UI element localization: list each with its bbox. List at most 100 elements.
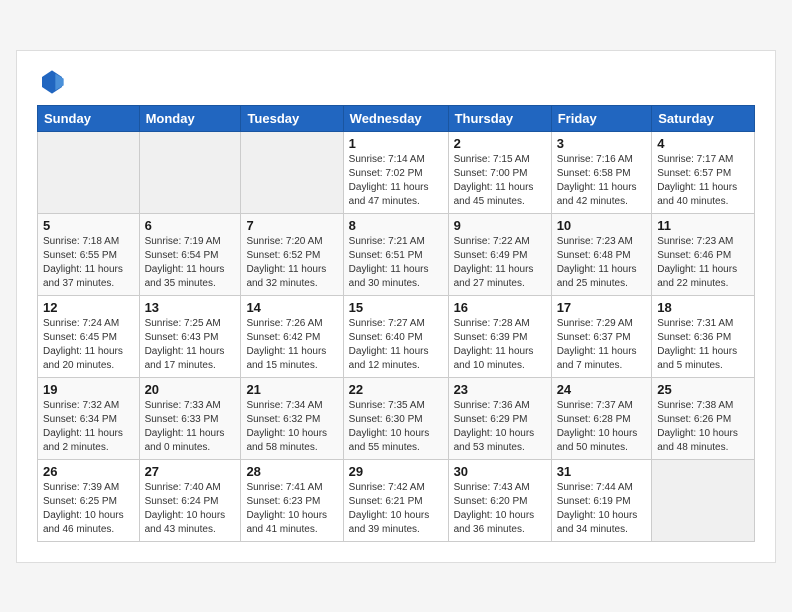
calendar-container: SundayMondayTuesdayWednesdayThursdayFrid… <box>16 50 776 563</box>
logo-icon <box>37 67 67 97</box>
day-cell <box>38 131 140 213</box>
day-info: Sunrise: 7:33 AM Sunset: 6:33 PM Dayligh… <box>145 399 236 455</box>
day-cell: 8Sunrise: 7:21 AM Sunset: 6:51 PM Daylig… <box>343 213 448 295</box>
day-info: Sunrise: 7:32 AM Sunset: 6:34 PM Dayligh… <box>43 399 134 455</box>
day-number: 25 <box>657 382 749 397</box>
day-info: Sunrise: 7:35 AM Sunset: 6:30 PM Dayligh… <box>349 399 443 455</box>
week-row-4: 26 Sunrise: 7:39 AM Sunset: 6:25 PM Dayli… <box>38 459 755 541</box>
day-number: 17 <box>557 300 647 315</box>
day-info: Sunrise: 7:34 AM Sunset: 6:32 PM Dayligh… <box>246 399 337 455</box>
logo <box>37 67 71 97</box>
weekday-header-row: SundayMondayTuesdayWednesdayThursdayFrid… <box>38 105 755 131</box>
day-info: Sunrise: 7:18 AM Sunset: 6:55 PM Dayligh… <box>43 235 134 291</box>
day-cell: 25 Sunrise: 7:38 AM Sunset: 6:26 PM Dayli… <box>652 377 755 459</box>
day-info: Sunrise: 7:19 AM Sunset: 6:54 PM Dayligh… <box>145 235 236 291</box>
day-info: Sunrise: 7:27 AM Sunset: 6:40 PM Dayligh… <box>349 317 443 373</box>
day-number: 13 <box>145 300 236 315</box>
day-info: Sunrise: 7:40 AM Sunset: 6:24 PM Dayligh… <box>145 481 236 537</box>
day-cell: 16 Sunrise: 7:28 AM Sunset: 6:39 PM Dayli… <box>448 295 551 377</box>
weekday-header-friday: Friday <box>551 105 652 131</box>
day-number: 5 <box>43 218 134 233</box>
day-cell: 19 Sunrise: 7:32 AM Sunset: 6:34 PM Dayli… <box>38 377 140 459</box>
day-info: Sunrise: 7:16 AM Sunset: 6:58 PM Dayligh… <box>557 153 647 209</box>
day-cell: 30 Sunrise: 7:43 AM Sunset: 6:20 PM Dayli… <box>448 459 551 541</box>
day-cell: 15 Sunrise: 7:27 AM Sunset: 6:40 PM Dayli… <box>343 295 448 377</box>
day-number: 24 <box>557 382 647 397</box>
day-number: 30 <box>454 464 546 479</box>
week-row-2: 12 Sunrise: 7:24 AM Sunset: 6:45 PM Dayli… <box>38 295 755 377</box>
day-info: Sunrise: 7:28 AM Sunset: 6:39 PM Dayligh… <box>454 317 546 373</box>
day-cell: 26 Sunrise: 7:39 AM Sunset: 6:25 PM Dayli… <box>38 459 140 541</box>
day-cell: 10 Sunrise: 7:23 AM Sunset: 6:48 PM Dayli… <box>551 213 652 295</box>
day-info: Sunrise: 7:23 AM Sunset: 6:48 PM Dayligh… <box>557 235 647 291</box>
day-cell: 13 Sunrise: 7:25 AM Sunset: 6:43 PM Dayli… <box>139 295 241 377</box>
day-info: Sunrise: 7:31 AM Sunset: 6:36 PM Dayligh… <box>657 317 749 373</box>
day-cell <box>241 131 343 213</box>
day-number: 15 <box>349 300 443 315</box>
day-info: Sunrise: 7:39 AM Sunset: 6:25 PM Dayligh… <box>43 481 134 537</box>
day-info: Sunrise: 7:29 AM Sunset: 6:37 PM Dayligh… <box>557 317 647 373</box>
calendar-table: SundayMondayTuesdayWednesdayThursdayFrid… <box>37 105 755 542</box>
day-number: 11 <box>657 218 749 233</box>
day-number: 29 <box>349 464 443 479</box>
day-cell: 7 Sunrise: 7:20 AM Sunset: 6:52 PM Daylig… <box>241 213 343 295</box>
day-info: Sunrise: 7:44 AM Sunset: 6:19 PM Dayligh… <box>557 481 647 537</box>
day-cell: 18 Sunrise: 7:31 AM Sunset: 6:36 PM Dayli… <box>652 295 755 377</box>
day-info: Sunrise: 7:21 AM Sunset: 6:51 PM Dayligh… <box>349 235 443 291</box>
day-cell: 23 Sunrise: 7:36 AM Sunset: 6:29 PM Dayli… <box>448 377 551 459</box>
weekday-header-wednesday: Wednesday <box>343 105 448 131</box>
day-cell: 12 Sunrise: 7:24 AM Sunset: 6:45 PM Dayli… <box>38 295 140 377</box>
day-cell: 27Sunrise: 7:40 AM Sunset: 6:24 PM Dayli… <box>139 459 241 541</box>
day-number: 22 <box>349 382 443 397</box>
day-number: 21 <box>246 382 337 397</box>
day-info: Sunrise: 7:23 AM Sunset: 6:46 PM Dayligh… <box>657 235 749 291</box>
day-cell: 3 Sunrise: 7:16 AM Sunset: 6:58 PM Daylig… <box>551 131 652 213</box>
header-section <box>37 67 755 97</box>
day-number: 16 <box>454 300 546 315</box>
day-cell: 29 Sunrise: 7:42 AM Sunset: 6:21 PM Dayli… <box>343 459 448 541</box>
day-number: 31 <box>557 464 647 479</box>
day-cell: 4Sunrise: 7:17 AM Sunset: 6:57 PM Daylig… <box>652 131 755 213</box>
day-cell: 5 Sunrise: 7:18 AM Sunset: 6:55 PM Daylig… <box>38 213 140 295</box>
day-info: Sunrise: 7:24 AM Sunset: 6:45 PM Dayligh… <box>43 317 134 373</box>
day-number: 26 <box>43 464 134 479</box>
week-row-1: 5 Sunrise: 7:18 AM Sunset: 6:55 PM Daylig… <box>38 213 755 295</box>
day-cell: 6 Sunrise: 7:19 AM Sunset: 6:54 PM Daylig… <box>139 213 241 295</box>
week-row-3: 19 Sunrise: 7:32 AM Sunset: 6:34 PM Dayli… <box>38 377 755 459</box>
day-info: Sunrise: 7:37 AM Sunset: 6:28 PM Dayligh… <box>557 399 647 455</box>
day-cell: 2Sunrise: 7:15 AM Sunset: 7:00 PM Daylig… <box>448 131 551 213</box>
day-number: 19 <box>43 382 134 397</box>
day-number: 23 <box>454 382 546 397</box>
day-number: 3 <box>557 136 647 151</box>
day-cell: 11 Sunrise: 7:23 AM Sunset: 6:46 PM Dayli… <box>652 213 755 295</box>
day-cell: 28Sunrise: 7:41 AM Sunset: 6:23 PM Dayli… <box>241 459 343 541</box>
day-number: 1 <box>349 136 443 151</box>
day-info: Sunrise: 7:42 AM Sunset: 6:21 PM Dayligh… <box>349 481 443 537</box>
week-row-0: 1 Sunrise: 7:14 AM Sunset: 7:02 PM Daylig… <box>38 131 755 213</box>
day-info: Sunrise: 7:38 AM Sunset: 6:26 PM Dayligh… <box>657 399 749 455</box>
day-info: Sunrise: 7:14 AM Sunset: 7:02 PM Dayligh… <box>349 153 443 209</box>
day-info: Sunrise: 7:20 AM Sunset: 6:52 PM Dayligh… <box>246 235 337 291</box>
day-info: Sunrise: 7:25 AM Sunset: 6:43 PM Dayligh… <box>145 317 236 373</box>
weekday-header-thursday: Thursday <box>448 105 551 131</box>
day-info: Sunrise: 7:43 AM Sunset: 6:20 PM Dayligh… <box>454 481 546 537</box>
day-cell: 31 Sunrise: 7:44 AM Sunset: 6:19 PM Dayli… <box>551 459 652 541</box>
day-cell: 9Sunrise: 7:22 AM Sunset: 6:49 PM Daylig… <box>448 213 551 295</box>
day-number: 28 <box>246 464 337 479</box>
day-cell: 14Sunrise: 7:26 AM Sunset: 6:42 PM Dayli… <box>241 295 343 377</box>
day-number: 18 <box>657 300 749 315</box>
day-number: 12 <box>43 300 134 315</box>
day-cell: 20Sunrise: 7:33 AM Sunset: 6:33 PM Dayli… <box>139 377 241 459</box>
day-cell: 17 Sunrise: 7:29 AM Sunset: 6:37 PM Dayli… <box>551 295 652 377</box>
day-info: Sunrise: 7:36 AM Sunset: 6:29 PM Dayligh… <box>454 399 546 455</box>
day-number: 9 <box>454 218 546 233</box>
weekday-header-monday: Monday <box>139 105 241 131</box>
weekday-header-saturday: Saturday <box>652 105 755 131</box>
day-number: 6 <box>145 218 236 233</box>
day-number: 10 <box>557 218 647 233</box>
day-info: Sunrise: 7:15 AM Sunset: 7:00 PM Dayligh… <box>454 153 546 209</box>
day-cell <box>139 131 241 213</box>
day-info: Sunrise: 7:17 AM Sunset: 6:57 PM Dayligh… <box>657 153 749 209</box>
day-number: 14 <box>246 300 337 315</box>
day-number: 7 <box>246 218 337 233</box>
